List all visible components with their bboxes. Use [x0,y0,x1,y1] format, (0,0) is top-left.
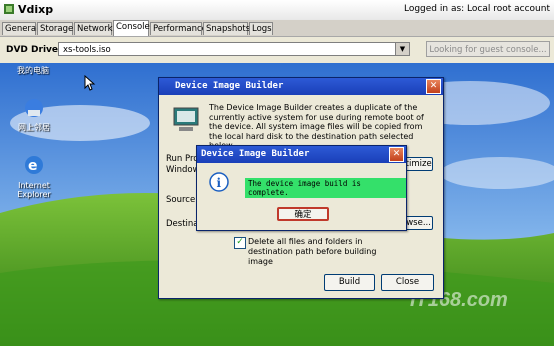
dvd-toolbar: DVD Drive: xs-tools.iso ▼ Looking for gu… [0,36,554,63]
mouse-cursor-icon [84,75,96,91]
run-program-label: Run Pro [166,154,199,164]
tab-storage[interactable]: Storage [37,22,73,35]
source-label: Source [166,195,196,205]
computer-icon [173,107,199,131]
dvd-drive-select[interactable]: xs-tools.iso ▼ [58,42,410,56]
dialog-title: Device Image Builder [201,149,310,159]
app-title: Vdixp [18,3,54,16]
desktop-icon-my-computer-label[interactable]: 我的电脑 [8,65,58,76]
windows-label: Window [166,165,200,175]
tab-logs[interactable]: Logs [249,22,273,35]
info-icon: i [209,172,229,192]
svg-text:i: i [217,176,222,190]
login-status: Logged in as: Local root account [403,4,550,14]
tab-bar: General Storage Network Console Performa… [0,20,554,36]
tab-snapshots[interactable]: Snapshots [203,22,250,35]
builder-close-button[interactable]: Close [381,274,434,291]
desktop-icon-network-label[interactable]: 网上邻居 [8,122,60,133]
dvd-drive-value: xs-tools.iso [63,45,111,55]
dialog-message: The device image build is complete. [245,178,406,198]
network-places-icon[interactable] [22,96,46,120]
guest-console-button[interactable]: Looking for guest console... [426,41,550,57]
tab-performance[interactable]: Performance [150,22,207,35]
tab-network[interactable]: Network [74,22,113,35]
svg-text:e: e [28,158,38,174]
desktop-icon-ie-label[interactable]: Internet Explorer [6,181,62,199]
ok-button[interactable]: 确定 [277,207,329,221]
internet-explorer-icon[interactable]: e [22,153,46,177]
completion-dialog: Device Image Builder ✕ i The device imag… [196,145,407,231]
delete-files-checkbox[interactable]: ✓ [234,237,246,249]
builder-title: Device Image Builder [175,81,284,91]
dvd-drive-label: DVD Drive: [6,45,62,55]
app-icon [4,4,14,14]
close-icon[interactable]: ✕ [389,147,404,162]
builder-description: The Device Image Builder creates a dupli… [209,103,424,150]
chevron-down-icon[interactable]: ▼ [395,43,409,55]
builder-titlebar: Device Image Builder [159,78,443,95]
build-button[interactable]: Build [324,274,375,291]
close-icon[interactable]: ✕ [426,79,441,94]
delete-files-label: Delete all files and folders in destinat… [248,237,377,266]
tab-console[interactable]: Console [113,20,150,36]
tab-general[interactable]: General [2,22,39,35]
dialog-titlebar: Device Image Builder [197,146,406,163]
app-titlebar: Vdixp Logged in as: Local root account [0,0,554,21]
